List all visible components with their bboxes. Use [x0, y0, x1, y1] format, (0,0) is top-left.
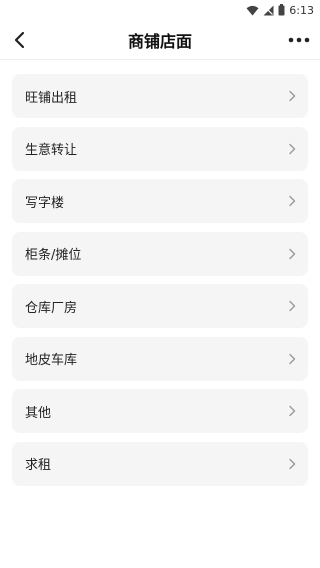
status-time: 6:13: [289, 3, 314, 17]
list-item-label: 其他: [25, 405, 52, 421]
chevron-right-icon: [288, 405, 296, 417]
list-item-label: 柜条/摊位: [25, 248, 82, 263]
battery-icon: [278, 4, 285, 16]
more-horizontal-icon: [288, 37, 310, 43]
chevron-right-icon: [288, 458, 296, 470]
list-item-label: 旺铺出租: [25, 90, 78, 106]
status-bar: 6:13: [0, 0, 320, 20]
wifi-icon: [246, 5, 259, 16]
list-item[interactable]: 生意转让: [12, 126, 308, 171]
list-item[interactable]: 写字楼: [12, 179, 308, 223]
chevron-left-icon: [14, 31, 25, 49]
more-button[interactable]: [286, 28, 312, 52]
list-item[interactable]: 柜条/摊位: [12, 231, 308, 276]
list-item[interactable]: 旺铺出租: [12, 74, 308, 118]
cellular-signal-icon: [263, 5, 274, 16]
chevron-right-icon: [288, 195, 296, 207]
chevron-right-icon: [288, 248, 296, 260]
list-item[interactable]: 求租: [12, 441, 308, 486]
list-item-label: 地皮车库: [25, 353, 78, 368]
list-item-label: 生意转让: [25, 143, 78, 158]
list-item[interactable]: 仓库厂房: [12, 284, 308, 328]
page-title: 商铺店面: [127, 31, 192, 51]
chevron-right-icon: [288, 90, 296, 102]
list-item-label: 仓库厂房: [25, 300, 78, 316]
chevron-right-icon: [288, 143, 296, 155]
chevron-right-icon: [288, 300, 296, 312]
app-header: 商铺店面: [0, 20, 320, 60]
back-button[interactable]: [8, 28, 32, 52]
chevron-right-icon: [288, 353, 296, 365]
list-item-label: 求租: [25, 458, 52, 473]
category-list: 旺铺出租生意转让写字楼柜条/摊位仓库厂房地皮车库其他求租: [12, 74, 308, 486]
list-item[interactable]: 地皮车库: [12, 336, 308, 381]
list-item-label: 写字楼: [25, 195, 65, 211]
list-item[interactable]: 其他: [12, 389, 308, 433]
